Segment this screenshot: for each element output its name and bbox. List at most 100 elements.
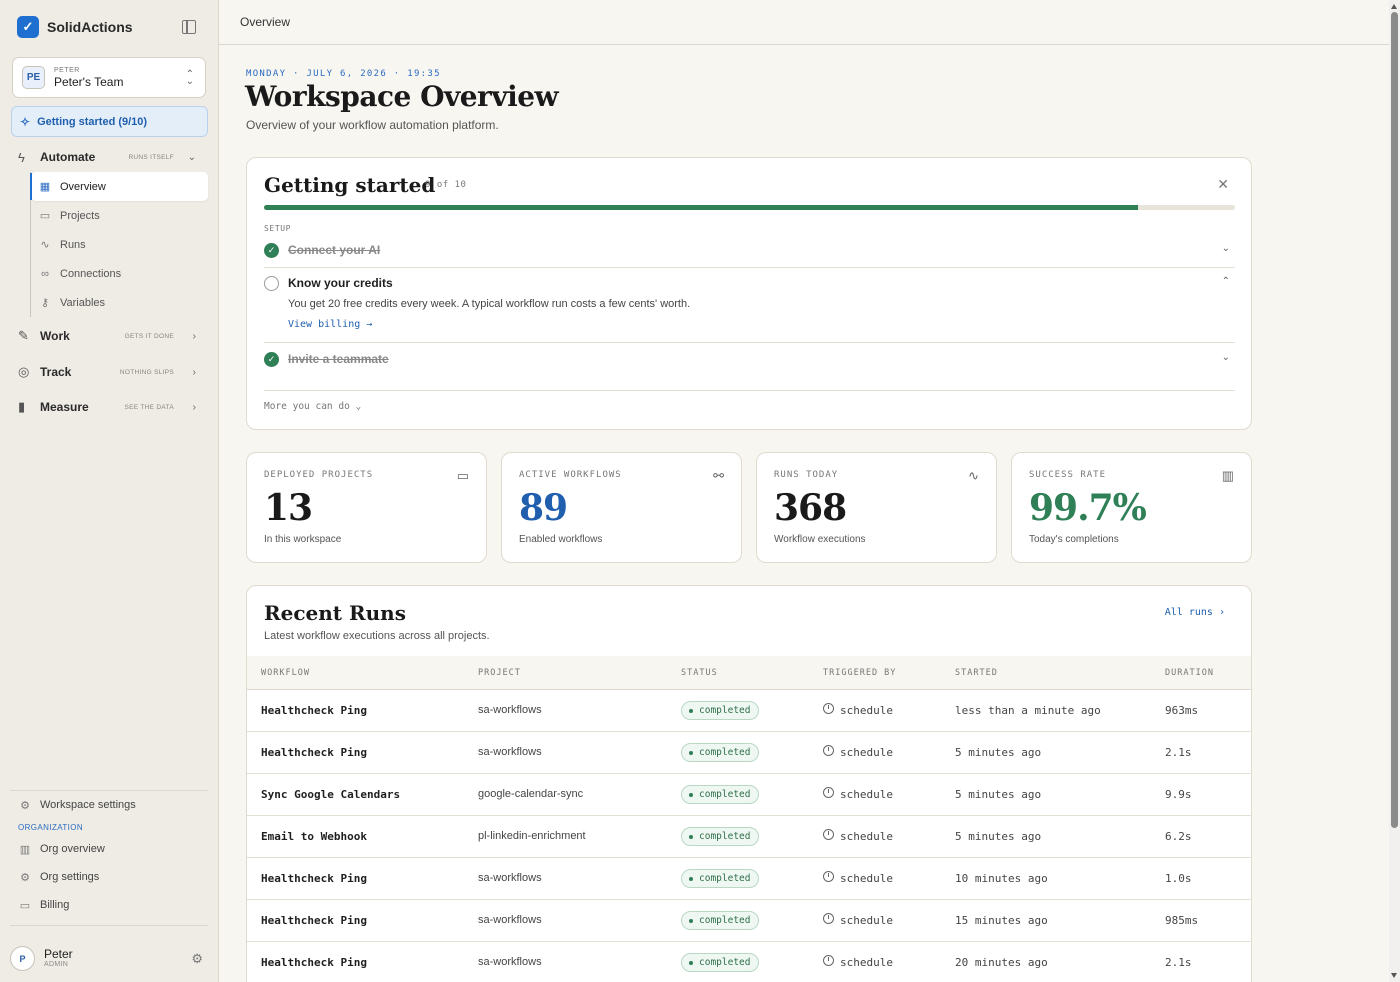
column-header-status[interactable]: STATUS <box>681 668 718 678</box>
breadcrumb: Overview <box>240 15 291 29</box>
workflow-cell[interactable]: Email to Webhook <box>261 830 367 843</box>
workflow-cell[interactable]: Healthcheck Ping <box>261 872 367 885</box>
workflow-cell[interactable]: Healthcheck Ping <box>261 746 367 759</box>
more-you-can-do-link[interactable]: More you can do ⌄ <box>264 401 361 412</box>
column-header-triggered-by[interactable]: TRIGGERED BY <box>823 668 896 678</box>
nav-item-overview[interactable]: ▦ Overview <box>31 172 208 201</box>
gear-icon: ⚙ <box>20 871 30 884</box>
scroll-thumb[interactable] <box>1391 12 1398 828</box>
task-label: Invite a teammate <box>288 352 389 366</box>
stat-card-runs-today: RUNS TODAY ∿ 368 Workflow executions <box>756 452 997 563</box>
user-role: ADMIN <box>44 961 69 968</box>
date-line: MONDAY · JULY 6, 2026 · 19:35 <box>246 69 441 79</box>
org-section-label: ORGANIZATION <box>18 822 84 832</box>
recent-runs-card: Recent Runs Latest workflow executions a… <box>246 585 1252 982</box>
started-cell: 5 minutes ago <box>955 746 1042 759</box>
nav-item-runs[interactable]: ∿ Runs <box>31 230 208 259</box>
trigger-cell: schedule <box>840 914 893 927</box>
chevron-right-icon: › <box>192 401 196 413</box>
org-item-label: Org overview <box>40 843 105 855</box>
divider <box>10 925 208 926</box>
workflow-icon: ⚯ <box>713 468 724 483</box>
getting-started-title: Getting started <box>264 173 436 197</box>
table-row[interactable]: Sync Google Calendars google-calendar-syn… <box>247 774 1251 816</box>
chevron-down-icon[interactable]: ⌄ <box>1222 243 1230 254</box>
user-profile[interactable]: P Peter ADMIN ⚙ <box>10 943 208 975</box>
user-name: Peter <box>44 947 73 961</box>
section-measure[interactable]: ▮ Measure SEE THE DATA › <box>18 397 200 417</box>
clock-icon <box>823 787 834 798</box>
close-icon[interactable]: ✕ <box>1217 176 1229 193</box>
workspace-settings-link[interactable]: ⚙ Workspace settings <box>10 791 208 819</box>
column-header-started[interactable]: STARTED <box>955 668 998 678</box>
workflow-cell[interactable]: Healthcheck Ping <box>261 704 367 717</box>
scrollbar[interactable] <box>1389 0 1400 982</box>
table-row[interactable]: Healthcheck Ping sa-workflows completed sch… <box>247 732 1251 774</box>
column-header-duration[interactable]: DURATION <box>1165 668 1214 678</box>
table-row[interactable]: Healthcheck Ping sa-workflows completed sch… <box>247 900 1251 942</box>
sidebar-bottom: ⚙ Workspace settings ORGANIZATION ▥ Org … <box>10 790 208 926</box>
getting-started-button[interactable]: ✧ Getting started (9/10) <box>11 106 208 137</box>
status-badge: completed <box>681 701 760 720</box>
gear-icon[interactable]: ⚙ <box>191 951 203 967</box>
scroll-down-arrow-icon[interactable] <box>1391 973 1397 978</box>
section-tag: RUNS ITSELF <box>128 153 174 161</box>
table-row[interactable]: Healthcheck Ping sa-workflows completed sch… <box>247 942 1251 982</box>
top-bar: Overview <box>219 0 1389 45</box>
duration-cell: 985ms <box>1165 914 1199 927</box>
divider <box>264 267 1235 268</box>
started-cell: 10 minutes ago <box>955 872 1048 885</box>
section-track[interactable]: ◎ Track NOTHING SLIPS › <box>18 362 200 382</box>
nav-item-projects[interactable]: ▭ Projects <box>31 201 208 230</box>
table-header: WORKFLOW PROJECT STATUS TRIGGERED BY STA… <box>247 656 1251 690</box>
org-overview-link[interactable]: ▥ Org overview <box>10 835 208 863</box>
recent-runs-subtitle: Latest workflow executions across all pr… <box>264 630 490 642</box>
table-row[interactable]: Healthcheck Ping sa-workflows completed sch… <box>247 858 1251 900</box>
org-settings-link[interactable]: ⚙ Org settings <box>10 863 208 891</box>
project-cell: sa-workflows <box>478 872 542 884</box>
stat-caption: Today's completions <box>1029 534 1119 545</box>
stat-card-success-rate: SUCCESS RATE ▥ 99.7% Today's completions <box>1011 452 1252 563</box>
stat-value: 89 <box>519 487 568 529</box>
project-cell: google-calendar-sync <box>478 788 584 800</box>
status-badge: completed <box>681 743 760 762</box>
column-header-project[interactable]: PROJECT <box>478 668 521 678</box>
workflow-cell[interactable]: Healthcheck Ping <box>261 914 367 927</box>
getting-started-label: Getting started (9/10) <box>37 115 148 128</box>
all-runs-link[interactable]: All runs › <box>1165 607 1225 618</box>
workspace-settings-label: Workspace settings <box>40 799 136 811</box>
stat-label: SUCCESS RATE <box>1029 470 1107 480</box>
nav-label: Overview <box>60 180 106 193</box>
stat-caption: Workflow executions <box>774 534 866 545</box>
folder-icon: ▭ <box>39 210 51 222</box>
team-name: Peter's Team <box>54 75 124 89</box>
section-label: Work <box>40 329 70 343</box>
clock-icon <box>823 829 834 840</box>
card-icon: ▭ <box>19 899 31 912</box>
chevron-down-icon[interactable]: ⌄ <box>1222 352 1230 363</box>
trigger-cell: schedule <box>840 704 893 717</box>
getting-started-count: 9 of 10 <box>425 180 467 190</box>
section-work[interactable]: ✎ Work GETS IT DONE › <box>18 326 200 346</box>
scroll-up-arrow-icon[interactable] <box>1391 4 1397 9</box>
duration-cell: 1.0s <box>1165 872 1192 885</box>
nav-item-connections[interactable]: ∞ Connections <box>31 259 208 288</box>
stat-caption: In this workspace <box>264 534 342 545</box>
brand[interactable]: ✓ SolidActions <box>17 16 133 38</box>
team-switcher[interactable]: PE PETER Peter's Team ⌃ ⌄ <box>12 57 206 98</box>
table-row[interactable]: Healthcheck Ping sa-workflows completed sch… <box>247 690 1251 732</box>
stat-label: ACTIVE WORKFLOWS <box>519 470 622 480</box>
sidebar: ✓ SolidActions PE PETER Peter's Team ⌃ ⌄ … <box>0 0 219 982</box>
billing-link[interactable]: ▭ Billing <box>10 891 208 919</box>
column-header-workflow[interactable]: WORKFLOW <box>261 668 310 678</box>
workflow-cell[interactable]: Sync Google Calendars <box>261 788 400 801</box>
chevron-up-icon[interactable]: ⌃ <box>1222 276 1230 287</box>
nav-item-variables[interactable]: ⚷ Variables <box>31 288 208 317</box>
stat-value: 99.7% <box>1029 487 1147 529</box>
stat-value: 368 <box>774 487 847 529</box>
collapse-sidebar-icon[interactable] <box>182 20 196 34</box>
view-billing-link[interactable]: View billing → <box>288 319 372 330</box>
workflow-cell[interactable]: Healthcheck Ping <box>261 956 367 969</box>
table-row[interactable]: Email to Webhook pl-linkedin-enrichment co… <box>247 816 1251 858</box>
section-automate[interactable]: ϟ Automate RUNS ITSELF ⌄ <box>18 147 200 167</box>
